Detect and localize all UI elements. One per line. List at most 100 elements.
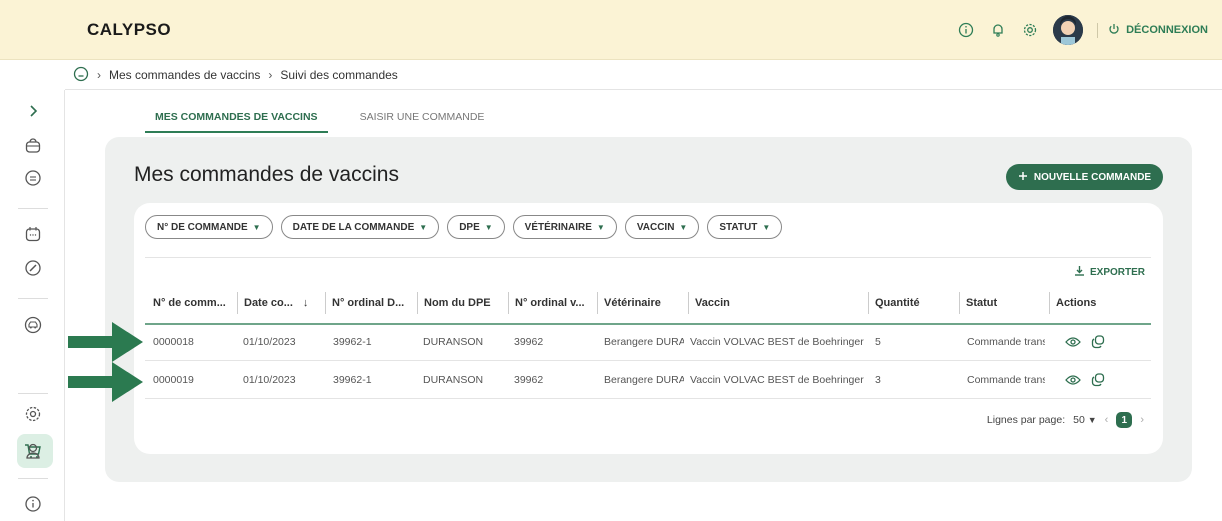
prev-page-icon[interactable]: ‹: [1105, 414, 1109, 426]
current-page[interactable]: 1: [1116, 412, 1133, 428]
copy-icon[interactable]: [1091, 373, 1105, 387]
column-header[interactable]: Quantité: [868, 292, 958, 314]
filter-date-commande[interactable]: DATE DE LA COMMANDE ▼: [280, 215, 440, 239]
calendar-icon[interactable]: [22, 223, 44, 245]
home-icon[interactable]: [73, 66, 89, 85]
annotation-arrow: [68, 362, 143, 402]
filter-vaccin[interactable]: VACCIN ▼: [624, 215, 700, 239]
cell-ordinal-vet: 39962: [514, 336, 544, 348]
sidebar-divider: [18, 478, 48, 479]
bell-icon[interactable]: [989, 21, 1007, 39]
sidebar-divider: [18, 298, 48, 299]
logout-label: DÉCONNEXION: [1126, 24, 1208, 36]
chevron-down-icon: ▼: [679, 222, 688, 232]
column-header[interactable]: Vaccin: [688, 292, 868, 314]
chevron-right-icon[interactable]: [22, 100, 44, 122]
cell-vaccine: Vaccin VOLVAC BEST de Boehringer: [690, 374, 864, 386]
cell-vet: Berangere DURA: [604, 336, 684, 348]
bag-icon[interactable]: [22, 135, 44, 157]
user-icon[interactable]: [22, 440, 44, 462]
cell-date: 01/10/2023: [243, 336, 296, 348]
vehicle-icon[interactable]: [22, 314, 44, 336]
cell-vet: Berangere DURA: [604, 374, 684, 386]
cell-order-number: 0000019: [153, 374, 194, 386]
filter-veterinaire[interactable]: VÉTÉRINAIRE ▼: [512, 215, 617, 239]
column-header[interactable]: N° ordinal v...: [508, 292, 596, 314]
page-title: Mes commandes de vaccins: [134, 163, 399, 186]
export-button[interactable]: EXPORTER: [1074, 265, 1145, 279]
download-icon: [1074, 265, 1085, 279]
filter-numero-commande[interactable]: N° DE COMMANDE ▼: [145, 215, 273, 239]
tab-mes-commandes[interactable]: MES COMMANDES DE VACCINS: [145, 107, 328, 133]
cell-status: Commande trans: [967, 374, 1045, 386]
breadcrumb-item-tracking: Suivi des commandes: [280, 68, 398, 82]
logout-button[interactable]: DÉCONNEXION: [1097, 22, 1208, 38]
column-header[interactable]: N° ordinal D...: [325, 292, 417, 314]
copy-icon[interactable]: [1091, 335, 1105, 349]
cell-dpe-name: DURANSON: [423, 336, 484, 348]
chevron-down-icon: ▼: [596, 222, 605, 232]
chevron-down-icon: ▼: [252, 222, 261, 232]
filter-dpe[interactable]: DPE ▼: [447, 215, 505, 239]
pagination: Lignes par page: 50 ▼ ‹ 1 ›: [987, 410, 1144, 430]
app-logo[interactable]: CALYPSO: [87, 20, 171, 40]
breadcrumb: › Mes commandes de vaccins › Suivi des c…: [73, 65, 398, 85]
row-actions: [1065, 361, 1145, 399]
column-header: Actions: [1049, 292, 1145, 314]
cell-order-number: 0000018: [153, 336, 194, 348]
column-header[interactable]: Vétérinaire: [597, 292, 686, 314]
export-label: EXPORTER: [1089, 266, 1145, 278]
breadcrumb-item-orders[interactable]: Mes commandes de vaccins: [109, 68, 260, 82]
column-header[interactable]: Statut: [959, 292, 1049, 314]
tab-saisir-commande[interactable]: SAISIR UNE COMMANDE: [350, 107, 495, 133]
document-icon[interactable]: [22, 167, 44, 189]
cell-dpe-name: DURANSON: [423, 374, 484, 386]
breadcrumb-divider: [65, 89, 1222, 90]
cell-vaccine: Vaccin VOLVAC BEST de Boehringer: [690, 336, 864, 348]
info-icon[interactable]: [22, 493, 44, 515]
tabs: MES COMMANDES DE VACCINS SAISIR UNE COMM…: [145, 107, 494, 133]
column-header[interactable]: Nom du DPE: [417, 292, 503, 314]
chevron-down-icon: ▼: [1087, 415, 1097, 425]
new-order-button[interactable]: NOUVELLE COMMANDE: [1006, 164, 1163, 190]
column-header[interactable]: Date co... ↓: [237, 292, 325, 314]
cell-ordinal-dpe: 39962-1: [333, 336, 372, 348]
rows-per-page-label: Lignes par page:: [986, 414, 1066, 426]
filter-statut[interactable]: STATUT ▼: [707, 215, 783, 239]
rows-per-page-select[interactable]: 50 ▼: [1073, 414, 1097, 426]
chevron-down-icon: ▼: [762, 222, 771, 232]
avatar[interactable]: [1053, 15, 1084, 45]
power-icon: [1108, 23, 1120, 38]
next-page-icon[interactable]: ›: [1140, 414, 1144, 426]
breadcrumb-separator: ›: [268, 68, 273, 82]
plus-icon: [1018, 171, 1028, 184]
table-row[interactable]: 0000019 01/10/2023 39962-1 DURANSON 3996…: [145, 361, 1151, 399]
eye-icon[interactable]: [1065, 374, 1081, 386]
table-row[interactable]: 0000018 01/10/2023 39962-1 DURANSON 3996…: [145, 323, 1151, 361]
filter-bar: N° DE COMMANDE ▼ DATE DE LA COMMANDE ▼ DPE…: [145, 215, 783, 239]
chevron-down-icon: ▼: [419, 222, 428, 232]
top-actions: DÉCONNEXION: [957, 13, 1208, 47]
chevron-down-icon: ▼: [484, 222, 493, 232]
gear-icon[interactable]: [22, 403, 44, 425]
table-header: N° de comm... Date co... ↓ N° ordinal D..…: [145, 292, 1151, 314]
cell-date: 01/10/2023: [243, 374, 296, 386]
cell-quantity: 3: [875, 374, 881, 386]
cell-ordinal-dpe: 39962-1: [333, 374, 372, 386]
cell-ordinal-vet: 39962: [514, 374, 544, 386]
sidebar-divider: [18, 208, 48, 209]
sort-arrow-icon[interactable]: ↓: [303, 297, 309, 309]
sidebar-divider: [18, 393, 48, 394]
top-bar: CALYPSO DÉCONNEXION: [0, 0, 1222, 60]
pen-icon[interactable]: [22, 257, 44, 279]
annotation-arrow: [68, 322, 143, 362]
cell-status: Commande trans: [967, 336, 1045, 348]
breadcrumb-separator: ›: [97, 68, 101, 82]
cell-quantity: 5: [875, 336, 881, 348]
filter-divider: [145, 257, 1151, 258]
column-header[interactable]: N° de comm...: [153, 292, 239, 314]
info-icon[interactable]: [957, 21, 975, 39]
row-actions: [1065, 323, 1145, 361]
gear-icon[interactable]: [1021, 21, 1039, 39]
eye-icon[interactable]: [1065, 336, 1081, 348]
